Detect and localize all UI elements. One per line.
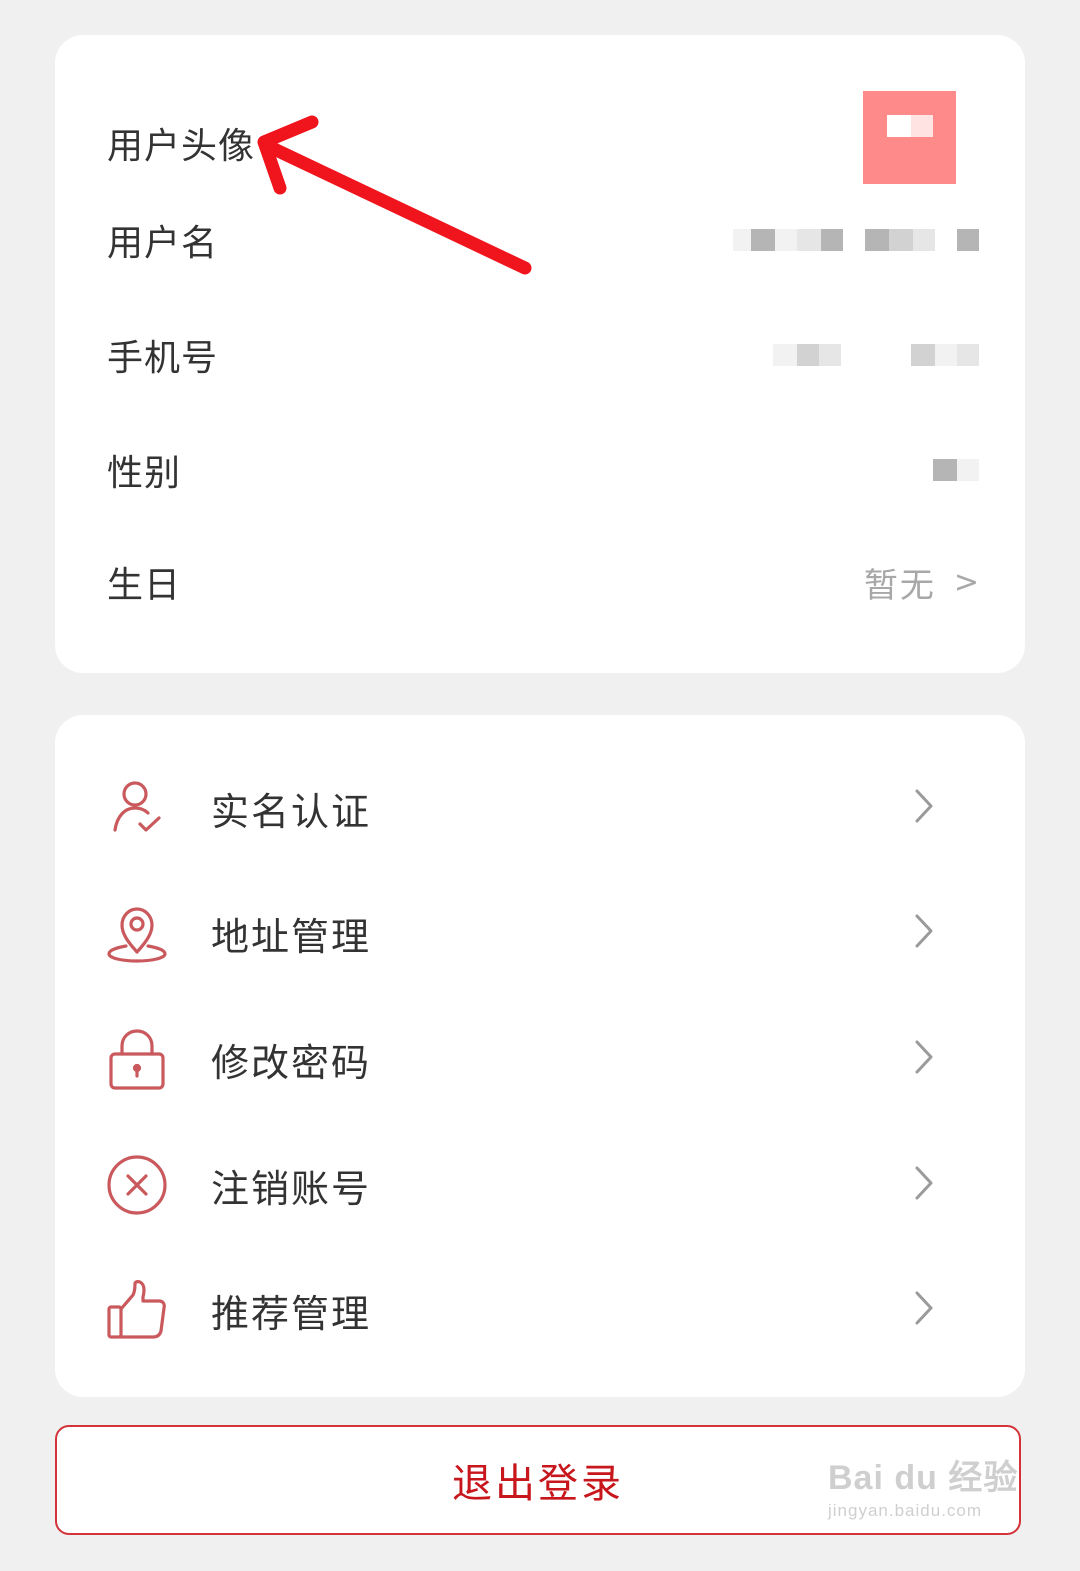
chevron-right-icon	[913, 1290, 935, 1330]
menu-item-real-name-verification[interactable]: 实名认证	[105, 763, 935, 853]
watermark: Bai du 经验 jingyan.baidu.com	[828, 1450, 1018, 1521]
phone-label: 手机号	[107, 338, 219, 379]
birthday-label: 生日	[107, 565, 182, 606]
chevron-right-icon	[913, 788, 935, 828]
birthday-value: 暂无	[863, 565, 936, 606]
close-circle-icon	[105, 1153, 169, 1217]
gender-row[interactable]: 性别	[107, 440, 979, 500]
menu-item-label: 地址管理	[211, 914, 372, 959]
menu-item-label: 修改密码	[211, 1040, 372, 1085]
chevron-right-icon	[913, 1165, 935, 1205]
gender-label: 性别	[107, 453, 182, 494]
menu-item-label: 推荐管理	[211, 1291, 372, 1336]
lock-icon	[105, 1027, 169, 1091]
chevron-right-icon	[913, 913, 935, 953]
menu-item-recommendation-management[interactable]: 推荐管理	[105, 1265, 935, 1355]
annotation-arrow-icon	[257, 115, 532, 275]
birthday-row[interactable]: 生日 暂无 >	[107, 552, 979, 612]
menu-item-label: 注销账号	[211, 1166, 372, 1211]
username-label: 用户名	[107, 223, 219, 264]
watermark-sub: jingyan.baidu.com	[828, 1501, 983, 1520]
phone-value-redacted	[773, 344, 979, 366]
logout-label: 退出登录	[452, 1461, 624, 1507]
menu-item-label: 实名认证	[211, 789, 372, 834]
birthday-arrow-icon: >	[953, 564, 979, 600]
settings-menu-card: 实名认证 地址管理 修改密码 注销账号 推荐管理	[55, 715, 1025, 1397]
chevron-right-icon	[913, 1039, 935, 1079]
menu-item-address-management[interactable]: 地址管理	[105, 888, 935, 978]
avatar[interactable]	[863, 91, 956, 184]
location-pin-icon	[105, 901, 169, 965]
watermark-main: Bai du 经验	[828, 1459, 1019, 1497]
gender-value-redacted	[933, 459, 979, 481]
user-verify-icon	[105, 776, 169, 840]
menu-item-delete-account[interactable]: 注销账号	[105, 1140, 935, 1230]
avatar-label: 用户头像	[107, 126, 256, 167]
phone-row[interactable]: 手机号	[107, 325, 979, 385]
menu-item-change-password[interactable]: 修改密码	[105, 1014, 935, 1104]
username-value-redacted	[733, 229, 979, 251]
thumbs-up-icon	[105, 1278, 169, 1342]
